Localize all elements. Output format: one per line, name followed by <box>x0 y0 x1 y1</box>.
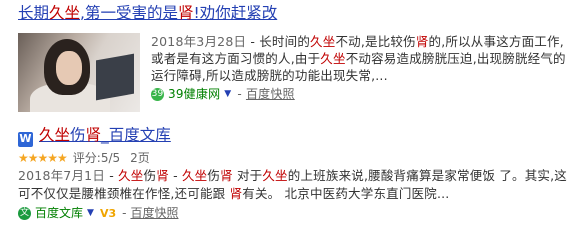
result-date: 2018年3月28日 <box>151 34 247 49</box>
cache-link[interactable]: 百度快照 <box>130 205 178 222</box>
snippet-highlight: 久坐 <box>262 167 288 183</box>
rating-row: ★★★★★ 评分:5/5 2页 <box>18 149 571 167</box>
snippet-text: 伤 <box>207 167 221 183</box>
chevron-down-icon[interactable]: ▼ <box>87 205 94 222</box>
snippet-highlight: 肾 <box>220 167 233 183</box>
snippet-highlight: 肾 <box>156 167 169 183</box>
title-highlight: 肾 <box>85 126 102 144</box>
star-rating-icon: ★★★★★ <box>18 150 68 165</box>
title-text: !劝你赶紧改 <box>193 4 278 22</box>
title-highlight: 肾 <box>177 4 194 22</box>
search-result-1: 长期久坐,第一受害的是肾!劝你赶紧改 2018年3月28日 - 长时间的久坐不动… <box>18 2 571 121</box>
snippet-text: - <box>105 167 119 183</box>
title-text: _百度文库 <box>101 126 171 144</box>
wenku-site-icon: 文 <box>18 206 31 220</box>
result-meta: 文 百度文库 ▼ V3 - 百度快照 <box>18 205 571 222</box>
snippet-text: 对于 <box>232 167 263 183</box>
snippet-highlight: 久坐 <box>181 167 208 183</box>
result-meta: 39 39健康网 ▼ - 百度快照 <box>151 86 571 103</box>
snippet-text: 伤 <box>143 167 157 183</box>
title-text: 伤 <box>70 126 86 144</box>
39-health-icon: 39 <box>151 88 164 101</box>
snippet-highlight: 肾 <box>229 185 243 201</box>
meta-dash: - <box>237 87 242 101</box>
result-snippet: 2018年7月1日 - 久坐伤肾 - 久坐伤肾 对于久坐的上班族来说,腰酸背痛算… <box>18 167 571 203</box>
source-link[interactable]: 39健康网 <box>168 86 220 103</box>
search-result-2: W 久坐伤肾_百度文库 ★★★★★ 评分:5/5 2页 2018年7月1日 - 久… <box>18 124 571 222</box>
result-title-link[interactable]: W 久坐伤肾_百度文库 <box>18 124 571 147</box>
result-date: 2018年7月1日 <box>18 167 106 183</box>
snippet-highlight: 肾 <box>415 34 429 49</box>
snippet-text: - <box>168 167 182 183</box>
title-text: ,第一受害的是 <box>80 4 178 22</box>
snippet-highlight: 久坐 <box>310 34 336 49</box>
cache-link[interactable]: 百度快照 <box>246 86 295 103</box>
snippet-text: - 长时间的 <box>246 34 311 49</box>
snippet-text: 有关。 北京中医药大学东直门医院... <box>242 185 450 201</box>
result-thumbnail[interactable] <box>18 33 140 112</box>
rating-text: 评分:5/5 <box>72 150 121 165</box>
title-highlight: 久坐 <box>39 126 71 144</box>
chevron-down-icon[interactable]: ▼ <box>224 86 231 103</box>
source-link[interactable]: 百度文库 <box>35 205 83 222</box>
snippet-text: 不动,是比较伤 <box>335 34 416 49</box>
meta-dash: - <box>122 205 127 220</box>
result-snippet: 2018年3月28日 - 长时间的久坐不动,是比较伤肾的,所以从事这方面工作,或… <box>151 33 571 103</box>
title-text: 长期 <box>18 4 50 22</box>
wenku-icon: W <box>18 131 33 147</box>
snippet-highlight: 久坐 <box>118 167 144 183</box>
result-title-link[interactable]: 长期久坐,第一受害的是肾!劝你赶紧改 <box>18 2 571 24</box>
page-count: 2页 <box>130 150 150 165</box>
vip-badge-icon: V3 <box>99 206 117 220</box>
title-highlight: 久坐 <box>49 4 81 22</box>
snippet-highlight: 久坐 <box>320 51 346 66</box>
